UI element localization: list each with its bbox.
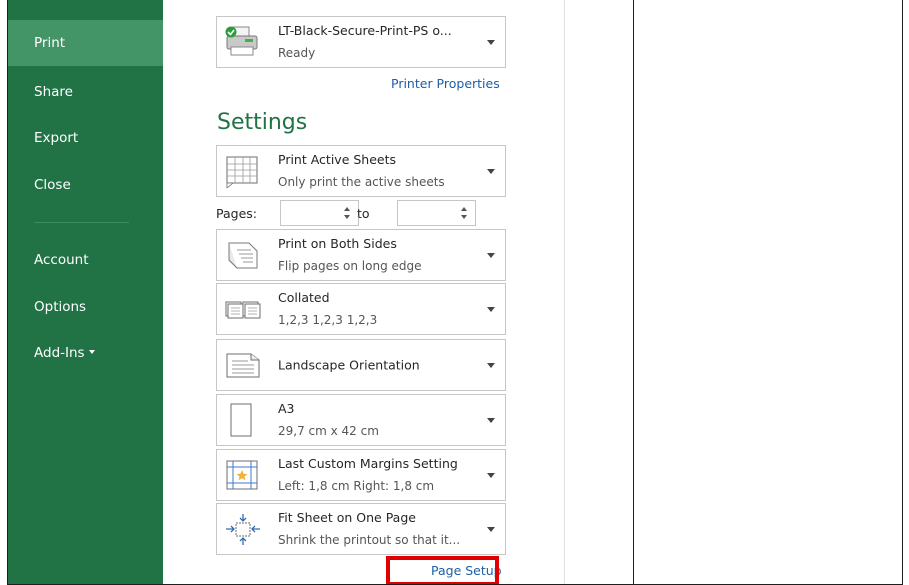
spin-up-icon[interactable]: [461, 207, 467, 211]
paper-size-icon: [230, 403, 252, 437]
backstage-window: Print Share Export Close Account Options…: [7, 0, 903, 585]
orientation-dropdown[interactable]: Landscape Orientation: [216, 339, 506, 391]
pane-divider: [564, 0, 565, 584]
printer-name: LT-Black-Secure-Print-PS o...: [278, 23, 452, 38]
preview-divider: [633, 0, 634, 584]
nav-item-export[interactable]: Export: [8, 115, 163, 161]
chevron-down-icon: [88, 350, 95, 354]
collation-subtitle: 1,2,3 1,2,3 1,2,3: [278, 313, 378, 327]
paper-size-dropdown[interactable]: A3 29,7 cm x 42 cm: [216, 394, 506, 446]
duplex-title: Print on Both Sides: [278, 236, 397, 251]
settings-heading: Settings: [217, 110, 308, 135]
nav-item-label: Share: [34, 84, 73, 100]
scaling-title: Fit Sheet on One Page: [278, 510, 416, 525]
nav-item-label: Add-Ins: [34, 345, 85, 361]
nav-item-options[interactable]: Options: [8, 284, 163, 330]
pages-from-input[interactable]: [280, 200, 359, 226]
chevron-down-icon: [487, 253, 495, 258]
margins-subtitle: Left: 1,8 cm Right: 1,8 cm: [278, 479, 435, 493]
duplex-dropdown[interactable]: Print on Both Sides Flip pages on long e…: [216, 229, 506, 281]
collation-dropdown[interactable]: Collated 1,2,3 1,2,3 1,2,3: [216, 283, 506, 335]
chevron-down-icon: [487, 418, 495, 423]
printer-icon: [225, 26, 258, 56]
spin-up-icon[interactable]: [344, 207, 350, 211]
print-what-dropdown[interactable]: Print Active Sheets Only print the activ…: [216, 145, 506, 197]
sheet-grid-icon: [226, 156, 258, 188]
orientation-title: Landscape Orientation: [278, 357, 420, 373]
scaling-dropdown[interactable]: Fit Sheet on One Page Shrink the printou…: [216, 503, 506, 555]
paper-size-title: A3: [278, 401, 295, 416]
spin-down-icon[interactable]: [461, 215, 467, 219]
nav-item-label: Close: [34, 177, 71, 193]
nav-item-share[interactable]: Share: [8, 69, 163, 115]
margins-icon: [226, 460, 258, 490]
nav-item-account[interactable]: Account: [8, 237, 163, 283]
chevron-down-icon: [487, 363, 495, 368]
printer-properties-link[interactable]: Printer Properties: [391, 76, 500, 91]
printer-dropdown[interactable]: LT-Black-Secure-Print-PS o... Ready: [216, 16, 506, 68]
nav-item-label: Export: [34, 130, 79, 146]
page-setup-link[interactable]: Page Setup: [431, 563, 502, 578]
collation-title: Collated: [278, 290, 330, 305]
nav-item-label: Account: [34, 252, 89, 268]
collate-icon: [225, 301, 261, 319]
nav-item-add-ins[interactable]: Add-Ins: [8, 330, 163, 376]
pages-label: Pages:: [216, 206, 257, 221]
nav-item-print[interactable]: Print: [8, 20, 163, 66]
nav-item-label: Print: [34, 35, 66, 51]
print-settings-pane: LT-Black-Secure-Print-PS o... Ready Prin…: [163, 0, 556, 584]
chevron-down-icon: [487, 169, 495, 174]
chevron-down-icon: [487, 40, 495, 45]
chevron-down-icon: [487, 307, 495, 312]
scaling-subtitle: Shrink the printout so that it...: [278, 533, 461, 547]
print-what-title: Print Active Sheets: [278, 152, 397, 167]
printer-status: Ready: [278, 46, 316, 60]
nav-divider: [34, 222, 129, 223]
duplex-subtitle: Flip pages on long edge: [278, 259, 422, 273]
margins-title: Last Custom Margins Setting: [278, 456, 458, 471]
pages-to-label: to: [357, 206, 370, 221]
chevron-down-icon: [487, 527, 495, 532]
nav-item-close[interactable]: Close: [8, 162, 163, 208]
chevron-down-icon: [487, 473, 495, 478]
backstage-nav: Print Share Export Close Account Options…: [8, 0, 163, 584]
fit-sheet-icon: [226, 514, 260, 545]
paper-size-subtitle: 29,7 cm x 42 cm: [278, 424, 379, 438]
duplex-icon: [228, 242, 258, 269]
margins-dropdown[interactable]: Last Custom Margins Setting Left: 1,8 cm…: [216, 449, 506, 501]
print-what-subtitle: Only print the active sheets: [278, 175, 445, 189]
nav-item-label: Options: [34, 299, 87, 315]
landscape-page-icon: [226, 353, 260, 378]
spin-down-icon[interactable]: [344, 215, 350, 219]
pages-to-input[interactable]: [397, 200, 476, 226]
